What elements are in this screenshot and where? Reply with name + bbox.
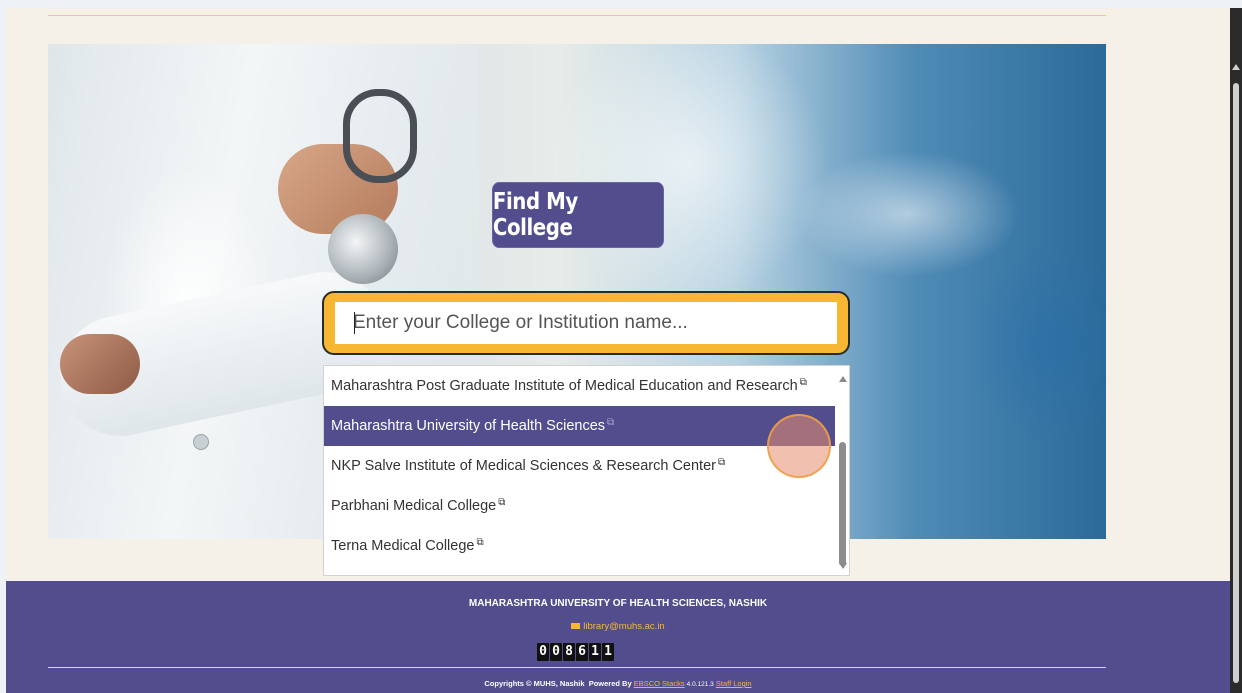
- autocomplete-dropdown: Maharashtra Post Graduate Institute of M…: [323, 365, 850, 576]
- dropdown-scrollbar[interactable]: [835, 366, 849, 575]
- external-link-icon: ⧉: [717, 456, 726, 468]
- footer-title: MAHARASHTRA UNIVERSITY OF HEALTH SCIENCE…: [468, 598, 768, 609]
- counter-digit: 6: [576, 643, 588, 661]
- autocomplete-item-label: Maharashtra University of Health Science…: [331, 418, 606, 434]
- stethoscope-head: [328, 214, 398, 284]
- counter-digit: 1: [602, 643, 614, 661]
- email-link[interactable]: library@muhs.ac.in: [583, 621, 664, 632]
- site-footer: MAHARASHTRA UNIVERSITY OF HEALTH SCIENCE…: [6, 581, 1230, 693]
- visitor-counter: 0 0 8 6 1 1: [537, 643, 614, 661]
- search-box: [322, 291, 850, 355]
- dropdown-scroll-thumb[interactable]: [839, 442, 846, 566]
- footer-divider: [48, 667, 1106, 668]
- window-scroll-up-icon[interactable]: [1232, 64, 1240, 70]
- autocomplete-item-label: Terna Medical College: [331, 538, 475, 554]
- mail-icon: [571, 623, 581, 629]
- autocomplete-item-label: Parbhani Medical College: [331, 498, 497, 514]
- autocomplete-item-label: Maharashtra Post Graduate Institute of M…: [331, 378, 798, 394]
- scroll-up-arrow-icon[interactable]: [839, 376, 847, 382]
- counter-digit: 1: [589, 643, 601, 661]
- external-link-icon: ⧉: [476, 536, 484, 548]
- autocomplete-item-label: NKP Salve Institute of Medical Sciences …: [331, 458, 716, 474]
- autocomplete-item-selected[interactable]: Maharashtra University of Health Science…: [324, 406, 835, 446]
- counter-digit: 0: [550, 643, 562, 661]
- footer-email: library@muhs.ac.in: [6, 621, 1230, 632]
- page: Find My College Maharashtra Post Graduat…: [6, 8, 1230, 693]
- autocomplete-list: Maharashtra Post Graduate Institute of M…: [324, 366, 835, 566]
- footer-copyright: Copyrights © MUHS, Nashik Powered By EBS…: [6, 679, 1230, 688]
- ebsco-stacks-link[interactable]: EBSCO Stacks: [634, 679, 685, 688]
- autocomplete-item[interactable]: Maharashtra Post Graduate Institute of M…: [324, 366, 835, 406]
- scroll-down-arrow-icon[interactable]: [839, 563, 847, 569]
- autocomplete-item[interactable]: Terna Medical College ⧉: [324, 526, 835, 566]
- autocomplete-item[interactable]: Parbhani Medical College ⧉: [324, 486, 835, 526]
- coat-button: [193, 434, 209, 450]
- window-scrollbar[interactable]: [1230, 8, 1242, 693]
- external-link-icon: ⧉: [799, 376, 807, 388]
- find-my-college-button[interactable]: Find My College: [492, 182, 664, 248]
- hero-image-hand-left: [60, 334, 140, 394]
- powered-by-text: Powered By: [588, 679, 632, 688]
- top-divider: [48, 15, 1106, 16]
- staff-login-link[interactable]: Staff Login: [716, 679, 752, 688]
- stethoscope-icon: [343, 89, 417, 183]
- autocomplete-item[interactable]: NKP Salve Institute of Medical Sciences …: [324, 446, 835, 486]
- text-caret: [354, 312, 355, 334]
- version-text: 4.0.121.3: [686, 681, 714, 688]
- copyright-text: Copyrights © MUHS, Nashik: [484, 679, 585, 688]
- external-link-icon: ⧉: [498, 496, 506, 508]
- window-scroll-thumb[interactable]: [1233, 83, 1239, 683]
- counter-digit: 8: [563, 643, 575, 661]
- counter-digit: 0: [537, 643, 549, 661]
- external-link-icon: ⧉: [607, 416, 615, 428]
- click-indicator: [767, 414, 831, 478]
- college-search-input[interactable]: [335, 302, 837, 344]
